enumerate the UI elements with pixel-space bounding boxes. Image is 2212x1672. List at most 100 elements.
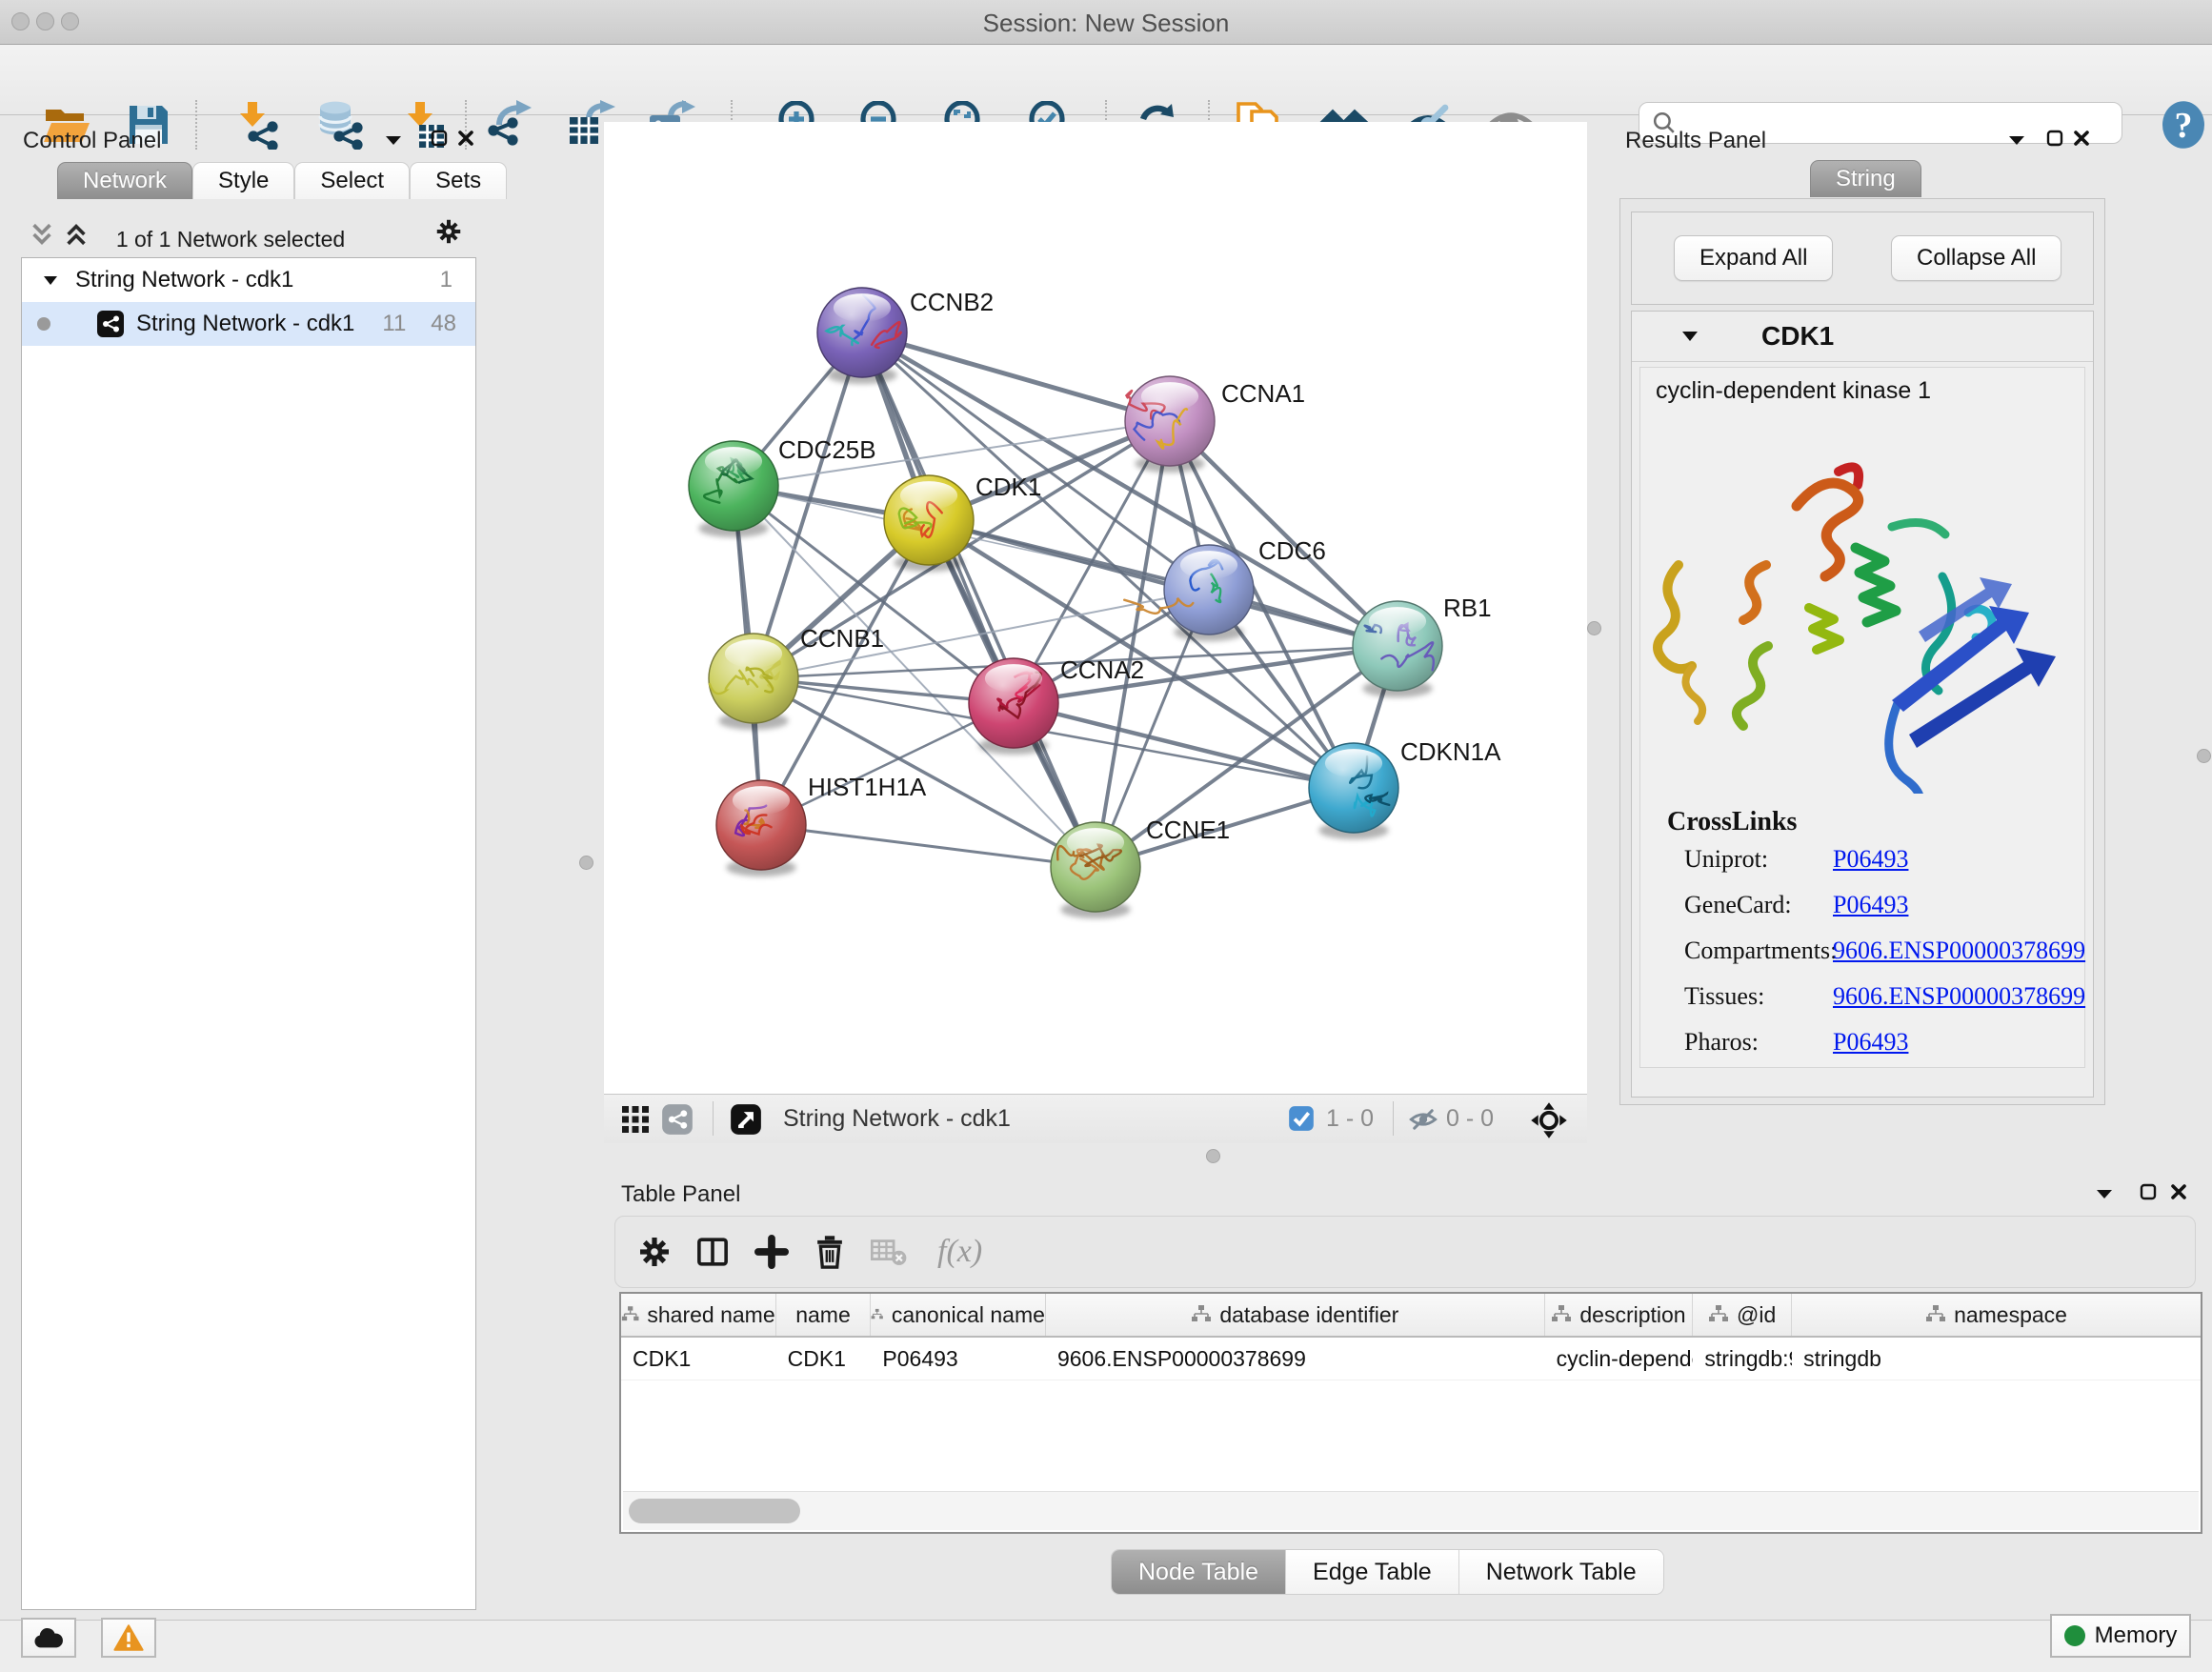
- add-column-button[interactable]: [754, 1235, 789, 1269]
- help-button[interactable]: ?: [2159, 100, 2208, 150]
- help-icon: ?: [2159, 100, 2208, 150]
- tab-string[interactable]: String: [1810, 160, 1921, 197]
- crosslink-genecard-link[interactable]: P06493: [1833, 891, 2085, 919]
- column-header-shared-name[interactable]: shared name: [621, 1294, 776, 1336]
- network-share-view-button[interactable]: [661, 1103, 694, 1136]
- table-settings-button[interactable]: [638, 1236, 671, 1268]
- results-button-bar: Expand All Collapse All: [1631, 212, 2094, 305]
- warnings-button[interactable]: [101, 1618, 156, 1658]
- tree-expand-icon[interactable]: [43, 274, 58, 286]
- network-tree-child-row[interactable]: String Network - cdk1 11 48: [22, 302, 475, 346]
- results-panel-float-button[interactable]: [2042, 126, 2067, 151]
- crosslink-pharos-link[interactable]: P06493: [1833, 1028, 2085, 1057]
- column-type-icon: [1551, 1304, 1572, 1325]
- window-title: Session: New Session: [0, 9, 2212, 38]
- network-node-CDK1[interactable]: CDK1: [884, 473, 1041, 572]
- network-node-HIST1H1A[interactable]: HIST1H1A: [716, 773, 927, 876]
- tab-edge-table[interactable]: Edge Table: [1286, 1550, 1459, 1594]
- protein-structure-image: [1652, 413, 2071, 794]
- tree-child-label: String Network - cdk1: [136, 311, 354, 337]
- network-edge-HIST1H1A-CCNE1[interactable]: [761, 825, 1096, 867]
- node-table: shared name name canonical name database…: [619, 1292, 2202, 1534]
- delete-column-button[interactable]: [814, 1235, 846, 1269]
- plus-icon: [754, 1235, 789, 1269]
- section-collapse-icon[interactable]: [1681, 330, 1699, 343]
- import-network-file-button[interactable]: [232, 100, 282, 150]
- network-node-RB1[interactable]: RB1: [1353, 594, 1492, 697]
- table-panel-collapse-button[interactable]: [2092, 1181, 2117, 1206]
- network-node-CCNA1[interactable]: CCNA1: [1125, 376, 1305, 473]
- table-row[interactable]: CDK1 CDK1 P06493 9606.ENSP00000378699 cy…: [621, 1338, 2201, 1380]
- export-network-button[interactable]: [484, 100, 533, 150]
- crosslink-compartments-link[interactable]: 9606.ENSP00000378699: [1833, 937, 2085, 965]
- results-panel-close-button[interactable]: [2069, 126, 2094, 151]
- tab-node-table[interactable]: Node Table: [1112, 1550, 1286, 1594]
- cell-canonical-name[interactable]: P06493: [871, 1338, 1046, 1380]
- network-node-CCNB2[interactable]: CCNB2: [817, 288, 994, 384]
- delete-table-button[interactable]: [871, 1237, 907, 1267]
- gene-card: cyclin-dependent kinase 1 CrossLinks: [1639, 367, 2085, 1068]
- network-panel-gear-button[interactable]: [436, 219, 461, 244]
- left-splitter-handle[interactable]: [579, 856, 593, 870]
- tab-select[interactable]: Select: [294, 162, 410, 199]
- right-splitter-handle[interactable]: [1587, 621, 1601, 635]
- birds-eye-view-button[interactable]: [730, 1103, 762, 1136]
- memory-button[interactable]: Memory: [2050, 1614, 2191, 1658]
- network-tree-root-row[interactable]: String Network - cdk1 1: [22, 258, 475, 302]
- hidden-indicator[interactable]: [1408, 1105, 1438, 1134]
- control-panel-float-button[interactable]: [427, 126, 452, 151]
- network-node-CDC6[interactable]: CDC6: [1124, 536, 1326, 641]
- horizontal-splitter-handle[interactable]: [1206, 1149, 1220, 1163]
- chevron-down-icon: [2007, 132, 2026, 148]
- cell-namespace[interactable]: stringdb: [1792, 1338, 2201, 1380]
- control-panel-tabs: Network Style Select Sets: [57, 162, 507, 199]
- close-icon: [456, 129, 475, 148]
- cell-description[interactable]: cyclin-dependent ...: [1545, 1338, 1694, 1380]
- grid-view-button[interactable]: [621, 1105, 650, 1134]
- cell-id[interactable]: stringdb:9...: [1693, 1338, 1792, 1380]
- crosslink-tissues-link[interactable]: 9606.ENSP00000378699: [1833, 982, 2085, 1011]
- import-network-icon: [232, 100, 282, 150]
- column-header-namespace[interactable]: namespace: [1792, 1294, 2201, 1336]
- window-edge-splitter-handle[interactable]: [2197, 749, 2211, 763]
- column-header-canonical-name[interactable]: canonical name: [871, 1294, 1046, 1336]
- function-builder-button[interactable]: f(x): [937, 1234, 982, 1270]
- table-panel-close-button[interactable]: [2166, 1179, 2191, 1204]
- results-panel-collapse-button[interactable]: [2004, 128, 2029, 152]
- import-network-database-button[interactable]: [314, 100, 364, 150]
- network-canvas[interactable]: CCNB2CCNA1CDC25BCDK1CDC6RB1CCNB1CCNA2CDK…: [604, 122, 1587, 1094]
- column-header-id[interactable]: @id: [1693, 1294, 1792, 1336]
- column-header-name[interactable]: name: [776, 1294, 872, 1336]
- expand-all-button[interactable]: Expand All: [1674, 235, 1833, 281]
- table-horizontal-scrollbar[interactable]: [623, 1491, 2199, 1530]
- scrollbar-thumb[interactable]: [629, 1499, 800, 1523]
- network-node-CDKN1A[interactable]: CDKN1A: [1309, 737, 1501, 839]
- control-panel-title: Control Panel: [23, 128, 161, 154]
- tab-sets[interactable]: Sets: [410, 162, 507, 199]
- crosslink-uniprot-link[interactable]: P06493: [1833, 845, 2085, 874]
- node-label-CCNA2: CCNA2: [1060, 655, 1144, 684]
- tab-network[interactable]: Network: [57, 162, 192, 199]
- cell-database-identifier[interactable]: 9606.ENSP00000378699: [1046, 1338, 1545, 1380]
- control-panel-collapse-button[interactable]: [381, 128, 406, 152]
- table-panel-float-button[interactable]: [2136, 1179, 2161, 1204]
- show-columns-button[interactable]: [695, 1235, 730, 1269]
- crosslinks-title: CrossLinks: [1667, 807, 2084, 837]
- column-header-database-identifier[interactable]: database identifier: [1046, 1294, 1545, 1336]
- column-header-description[interactable]: description: [1545, 1294, 1694, 1336]
- warning-icon: [113, 1624, 144, 1651]
- cell-name[interactable]: CDK1: [776, 1338, 872, 1380]
- cloud-status-button[interactable]: [21, 1618, 76, 1658]
- network-node-CCNE1[interactable]: CCNE1: [1051, 816, 1230, 918]
- collapse-all-button[interactable]: Collapse All: [1891, 235, 2061, 281]
- arrow-up-right-icon: [730, 1103, 762, 1136]
- tab-style[interactable]: Style: [192, 162, 294, 199]
- cell-shared-name[interactable]: CDK1: [621, 1338, 776, 1380]
- selected-checkbox[interactable]: [1288, 1105, 1315, 1132]
- fit-content-button[interactable]: [1530, 1101, 1568, 1139]
- tab-network-table[interactable]: Network Table: [1459, 1550, 1663, 1594]
- network-edge-CDK1-RB1[interactable]: [929, 520, 1398, 646]
- gene-section-header[interactable]: CDK1: [1632, 312, 2093, 362]
- gene-name: CDK1: [1761, 321, 1834, 352]
- control-panel-close-button[interactable]: [453, 126, 478, 151]
